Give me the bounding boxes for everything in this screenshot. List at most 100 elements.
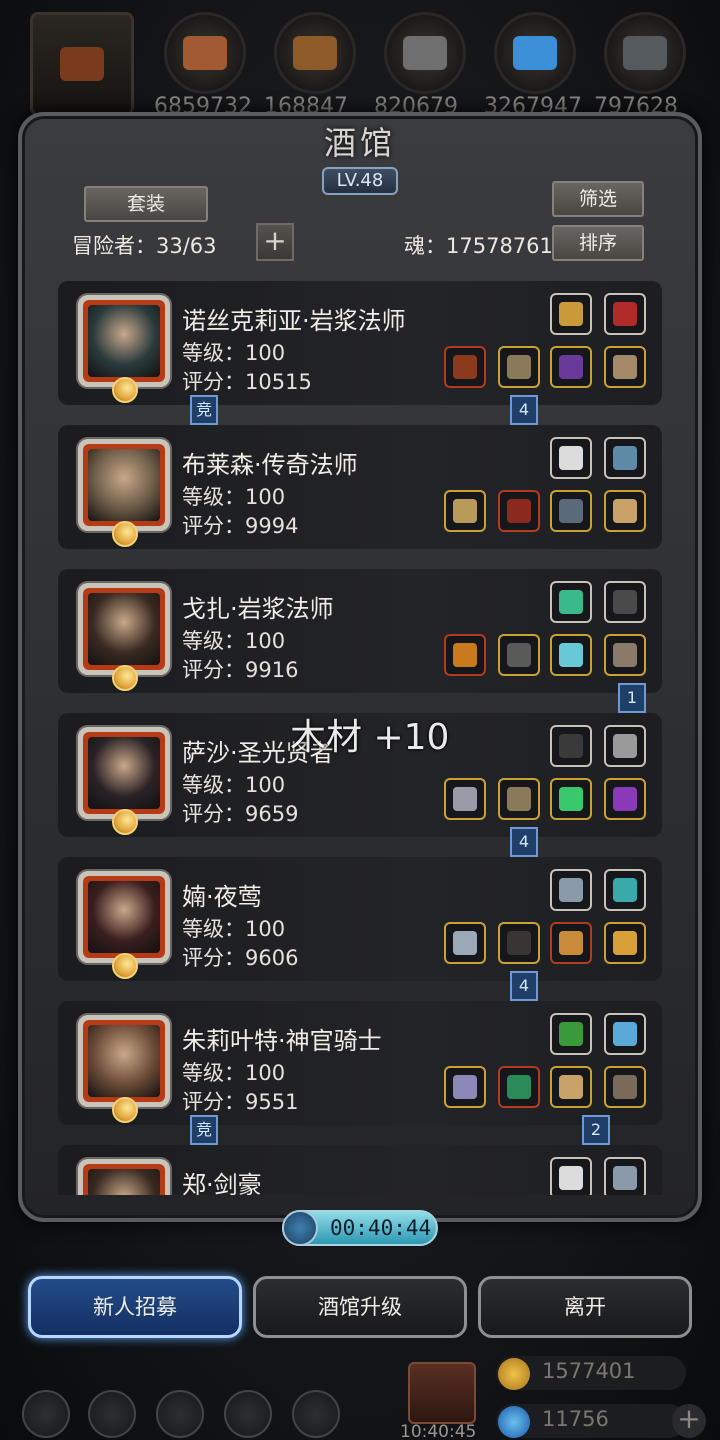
menu-icon-3[interactable] (156, 1390, 204, 1438)
star-count-tag: 4 (510, 395, 538, 432)
hero-card[interactable]: 朱莉叶特·神官骑士 等级：100 评分：9551 (58, 1001, 662, 1125)
resource-slot[interactable] (494, 12, 576, 94)
equipment-slot[interactable] (550, 293, 592, 335)
menu-icon-2[interactable] (88, 1390, 136, 1438)
hero-avatar (88, 737, 160, 809)
menu-icon-4[interactable] (224, 1390, 272, 1438)
staff-icon (453, 355, 477, 379)
level-badge: LV.48 (322, 167, 398, 195)
armor-icon (507, 1075, 531, 1099)
soul-count: 魂：17578761 (404, 234, 553, 258)
equipment-slot[interactable] (550, 922, 592, 964)
menu-icon-1[interactable] (22, 1390, 70, 1438)
bow-icon (613, 1075, 637, 1099)
equipment-slot[interactable] (550, 778, 592, 820)
set-button[interactable]: 套装 (84, 186, 208, 222)
hero-card[interactable]: 布莱森·传奇法师 等级：100 评分：9994 (58, 425, 662, 549)
equipment-slot[interactable] (550, 1066, 592, 1108)
equipment-slot[interactable] (550, 490, 592, 532)
equipment-slot[interactable] (498, 634, 540, 676)
recruit-button[interactable]: 新人招募 (28, 1276, 242, 1338)
tome-icon (613, 446, 637, 470)
quill-icon (613, 590, 637, 614)
equipment-slot[interactable] (604, 869, 646, 911)
hero-card[interactable]: 婻·夜莺 等级：100 评分：9606 (58, 857, 662, 981)
feather-icon (613, 302, 637, 326)
timer-value: 00:40:44 (330, 1216, 432, 1240)
menu-icon-5[interactable] (292, 1390, 340, 1438)
gem-icon (498, 1406, 530, 1438)
hero-portrait[interactable] (78, 871, 170, 963)
equipment-slot[interactable] (444, 634, 486, 676)
equipment-slot[interactable] (444, 346, 486, 388)
equipment-slot[interactable] (604, 1066, 646, 1108)
portrait-frame (83, 1164, 165, 1195)
resource-slot[interactable] (274, 12, 356, 94)
equipment-slot[interactable] (604, 634, 646, 676)
equipment-slot[interactable] (604, 346, 646, 388)
equipment-slot[interactable] (498, 490, 540, 532)
gift-chest-icon[interactable] (408, 1362, 476, 1424)
hero-score: 评分：9551 (182, 1090, 299, 1114)
equipment-slot[interactable] (498, 1066, 540, 1108)
dagger-icon (453, 931, 477, 955)
equipment-slot[interactable] (550, 725, 592, 767)
hero-avatar (88, 305, 160, 377)
crystal-icon (513, 36, 557, 70)
axe-icon (60, 47, 104, 81)
tavern-screen: { "resources": [ {"name": "axe-icon", "v… (0, 0, 720, 1440)
hero-card[interactable]: 郑·剑豪 (58, 1145, 662, 1195)
equipment-slot[interactable] (444, 490, 486, 532)
equipment-slot[interactable] (550, 346, 592, 388)
hero-portrait[interactable] (78, 727, 170, 819)
resource-slot[interactable] (30, 12, 134, 116)
equipment-slot[interactable] (550, 1013, 592, 1055)
hero-score: 评分：9606 (182, 946, 299, 970)
equipment-slot[interactable] (550, 1157, 592, 1195)
equipment-slot[interactable] (604, 725, 646, 767)
hero-name: 朱莉叶特·神官骑士 (182, 1027, 382, 1055)
equipment-slot[interactable] (604, 922, 646, 964)
resource-slot[interactable] (604, 12, 686, 94)
equipment-slot[interactable] (604, 778, 646, 820)
equipment-slot[interactable] (604, 581, 646, 623)
sort-button[interactable]: 排序 (552, 225, 644, 261)
equipment-slot[interactable] (604, 437, 646, 479)
hero-level: 等级：100 (182, 917, 286, 941)
equipment-slot[interactable] (604, 490, 646, 532)
equipment-slot[interactable] (550, 634, 592, 676)
equipment-slot[interactable] (550, 581, 592, 623)
hero-card[interactable]: 戈扎·岩浆法师 等级：100 评分：9916 (58, 569, 662, 693)
equipment-slot[interactable] (498, 922, 540, 964)
equipment-slot[interactable] (444, 922, 486, 964)
equipment-slot[interactable] (444, 778, 486, 820)
equipment-slot[interactable] (604, 1013, 646, 1055)
hero-portrait[interactable] (78, 583, 170, 675)
filter-button[interactable]: 筛选 (552, 181, 644, 217)
hero-portrait[interactable] (78, 1159, 170, 1195)
equipment-slot[interactable] (444, 1066, 486, 1108)
hero-card[interactable]: 诺丝克莉亚·岩浆法师 等级：100 评分：10515 (58, 281, 662, 405)
resource-slot[interactable] (164, 12, 246, 94)
equipment-slot[interactable] (604, 1157, 646, 1195)
lantern-icon (559, 302, 583, 326)
clock-icon (282, 1210, 318, 1246)
hero-portrait[interactable] (78, 1015, 170, 1107)
amulet-icon (613, 1166, 637, 1190)
equipment-slot[interactable] (550, 437, 592, 479)
add-currency-button[interactable]: + (672, 1404, 706, 1438)
hero-portrait[interactable] (78, 439, 170, 531)
medal-icon (559, 931, 583, 955)
add-slot-button[interactable]: + (256, 223, 294, 261)
equipment-slot[interactable] (498, 346, 540, 388)
leave-button[interactable]: 离开 (478, 1276, 692, 1338)
hero-level: 等级：100 (182, 485, 286, 509)
moon-rank-icon (112, 809, 138, 835)
equipment-slot[interactable] (550, 869, 592, 911)
upgrade-tavern-button[interactable]: 酒馆升级 (253, 1276, 467, 1338)
resource-slot[interactable] (384, 12, 466, 94)
equipment-slot[interactable] (604, 293, 646, 335)
recruit-timer: 00:40:44 (282, 1210, 438, 1246)
equipment-slot[interactable] (498, 778, 540, 820)
hero-portrait[interactable] (78, 295, 170, 387)
